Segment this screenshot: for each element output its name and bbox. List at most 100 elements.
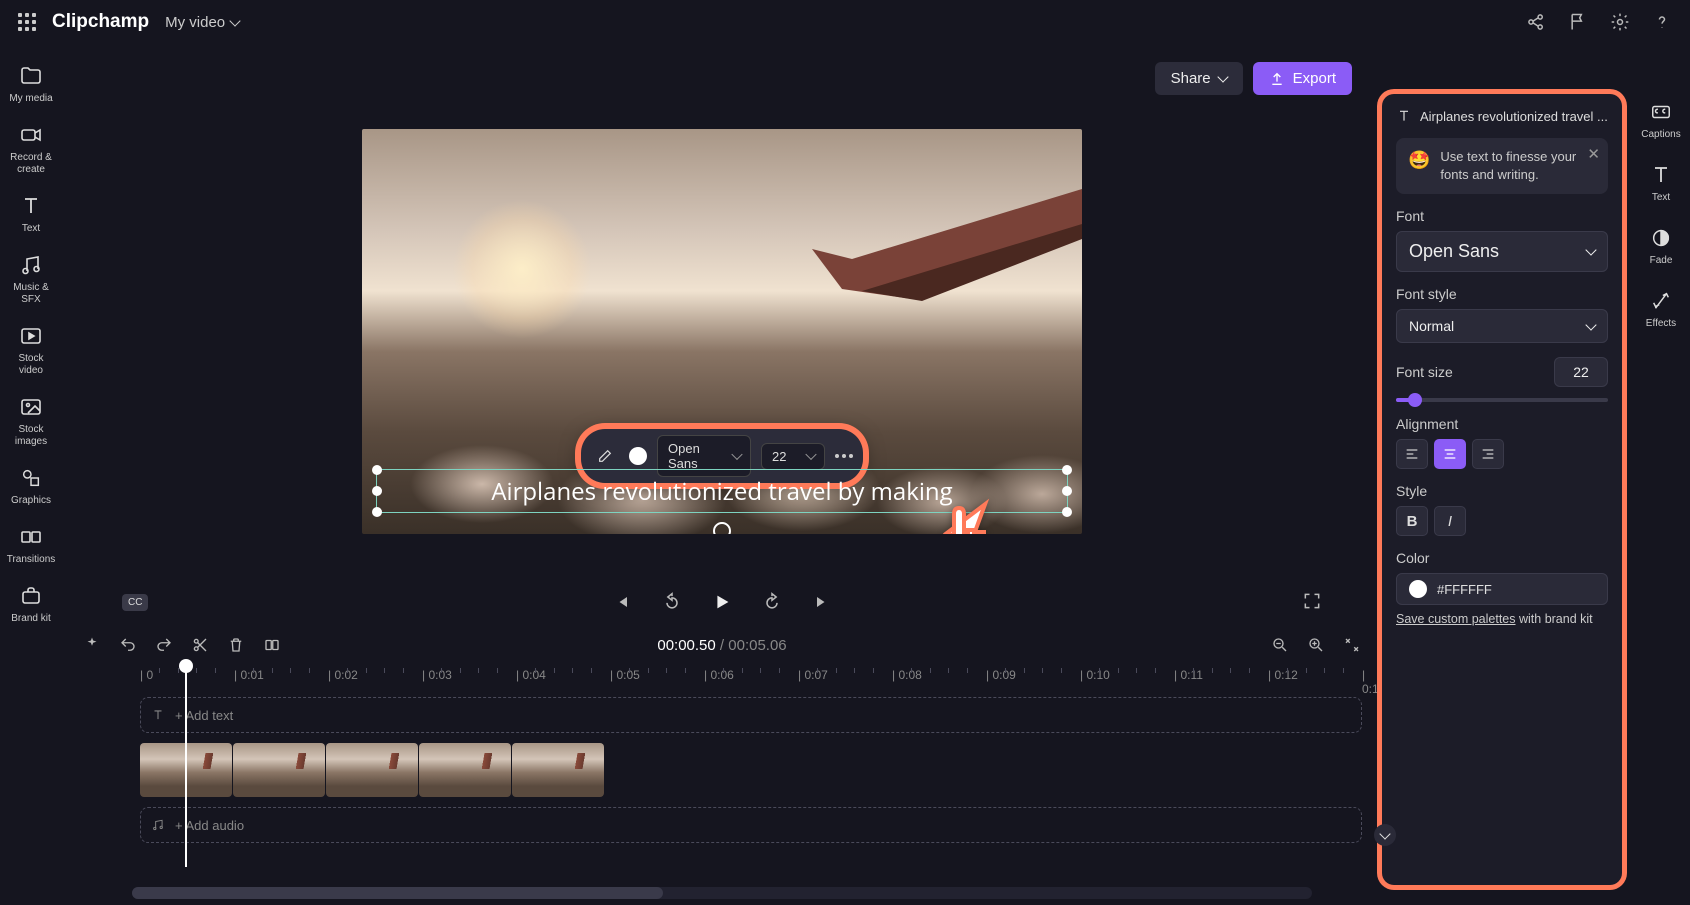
effects-icon	[1649, 289, 1673, 313]
color-picker-button[interactable]: #FFFFFF	[1396, 573, 1608, 605]
ruler-tick: | 0:10	[1080, 668, 1110, 682]
font-style-dropdown[interactable]: Normal	[1396, 309, 1608, 343]
video-name-dropdown[interactable]: My video	[165, 14, 239, 31]
color-swatch-icon	[1409, 580, 1427, 598]
share-network-icon[interactable]	[1526, 12, 1546, 32]
camera-icon	[19, 123, 43, 147]
forward-button[interactable]	[759, 589, 785, 615]
timeline-ruler[interactable]: | 0| 0:01| 0:02| 0:03| 0:04| 0:05| 0:06|…	[140, 665, 1382, 689]
shapes-icon	[19, 466, 43, 490]
rightbar-effects[interactable]: Effects	[1632, 283, 1690, 336]
image-icon	[19, 395, 43, 419]
brand-name: Clipchamp	[52, 11, 149, 33]
split-button[interactable]	[262, 635, 282, 655]
video-icon	[19, 324, 43, 348]
panel-header: Airplanes revolutionized travel ...	[1396, 108, 1608, 124]
panel-collapse-button[interactable]	[1374, 824, 1396, 846]
rightbar-text[interactable]: Text	[1632, 157, 1690, 210]
font-size-slider[interactable]	[1396, 398, 1608, 402]
font-dropdown[interactable]: Open Sans	[1396, 231, 1608, 272]
resize-handle[interactable]	[1062, 486, 1072, 496]
slider-thumb[interactable]	[1408, 393, 1422, 407]
sidebar-stock-images[interactable]: Stock images	[2, 389, 60, 454]
font-size-label: Font size	[1396, 364, 1453, 380]
tip-close-button[interactable]: ✕	[1587, 144, 1600, 165]
skip-forward-button[interactable]	[809, 589, 835, 615]
resize-handle[interactable]	[372, 486, 382, 496]
align-center-button[interactable]	[1434, 439, 1466, 469]
ruler-tick: | 0:02	[328, 668, 358, 682]
resize-handle[interactable]	[372, 465, 382, 475]
sidebar-my-media[interactable]: My media	[2, 58, 60, 111]
sidebar-stock-video[interactable]: Stock video	[2, 318, 60, 383]
ruler-tick: | 0:12	[1268, 668, 1298, 682]
sidebar-transitions[interactable]: Transitions	[2, 519, 60, 572]
rewind-button[interactable]	[659, 589, 685, 615]
ruler-tick: | 0:11	[1174, 668, 1203, 682]
video-preview[interactable]: Open Sans 22 Airplanes revolutionized tr…	[362, 129, 1082, 534]
chevron-down-icon	[1585, 319, 1596, 330]
flag-icon[interactable]	[1568, 12, 1588, 32]
resize-handle[interactable]	[372, 507, 382, 517]
audio-track[interactable]: + Add audio	[140, 807, 1362, 843]
share-button[interactable]: Share	[1155, 62, 1243, 95]
rotate-handle[interactable]	[713, 522, 731, 534]
video-clip[interactable]	[140, 743, 1362, 797]
help-icon[interactable]	[1652, 12, 1672, 32]
sidebar-music[interactable]: Music & SFX	[2, 247, 60, 312]
resize-handle[interactable]	[1062, 465, 1072, 475]
ruler-tick: | 0:04	[516, 668, 546, 682]
ruler-tick: | 0:05	[610, 668, 640, 682]
fit-button[interactable]	[1342, 635, 1362, 655]
sidebar-graphics[interactable]: Graphics	[2, 460, 60, 513]
apps-button[interactable]	[18, 13, 36, 31]
timeline-scrollbar[interactable]	[132, 887, 1312, 899]
sidebar-brand-kit[interactable]: Brand kit	[2, 578, 60, 631]
resize-handle[interactable]	[1062, 507, 1072, 517]
export-button[interactable]: Export	[1253, 62, 1352, 95]
ruler-tick: | 0:01	[234, 668, 264, 682]
sidebar-text[interactable]: Text	[2, 188, 60, 241]
cc-button[interactable]: CC	[122, 594, 148, 611]
chevron-down-icon	[1585, 245, 1596, 256]
align-right-button[interactable]	[1472, 439, 1504, 469]
scrollbar-thumb[interactable]	[132, 887, 663, 899]
fade-icon	[1649, 226, 1673, 250]
more-options-button[interactable]	[835, 454, 853, 458]
edit-text-button[interactable]	[591, 442, 619, 470]
timeline-playhead[interactable]	[185, 665, 187, 867]
save-palette-link[interactable]: Save custom palettes	[1396, 612, 1516, 626]
undo-button[interactable]	[118, 635, 138, 655]
text-track[interactable]: + Add text	[140, 697, 1362, 733]
fullscreen-button[interactable]	[1302, 591, 1322, 614]
font-label: Font	[1396, 208, 1608, 224]
ruler-tick: | 0:09	[986, 668, 1016, 682]
cut-button[interactable]	[190, 635, 210, 655]
sidebar-record[interactable]: Record & create	[2, 117, 60, 182]
rightbar-captions[interactable]: Captions	[1632, 94, 1690, 147]
zoom-out-button[interactable]	[1270, 635, 1290, 655]
text-icon	[1649, 163, 1673, 187]
size-dropdown-toolbar[interactable]: 22	[761, 443, 825, 470]
text-content: Airplanes revolutionized travel by makin…	[491, 475, 952, 508]
font-style-label: Font style	[1396, 286, 1608, 302]
bold-button[interactable]: B	[1396, 506, 1428, 536]
redo-button[interactable]	[154, 635, 174, 655]
align-left-button[interactable]	[1396, 439, 1428, 469]
text-color-button[interactable]	[629, 447, 647, 465]
tip-text: Use text to finesse your fonts and writi…	[1440, 148, 1596, 184]
timeline-timecode: 00:00.50 / 00:05.06	[657, 637, 786, 654]
play-button[interactable]	[709, 589, 735, 615]
video-name-label: My video	[165, 14, 225, 31]
magic-tool-button[interactable]	[82, 635, 102, 655]
skip-back-button[interactable]	[609, 589, 635, 615]
font-size-input[interactable]	[1554, 357, 1608, 387]
rightbar-fade[interactable]: Fade	[1632, 220, 1690, 273]
zoom-in-button[interactable]	[1306, 635, 1326, 655]
delete-button[interactable]	[226, 635, 246, 655]
italic-button[interactable]: I	[1434, 506, 1466, 536]
folder-icon	[19, 64, 43, 88]
settings-icon[interactable]	[1610, 12, 1630, 32]
ruler-tick: | 0:07	[798, 668, 828, 682]
tip-card: 🤩 Use text to finesse your fonts and wri…	[1396, 138, 1608, 194]
